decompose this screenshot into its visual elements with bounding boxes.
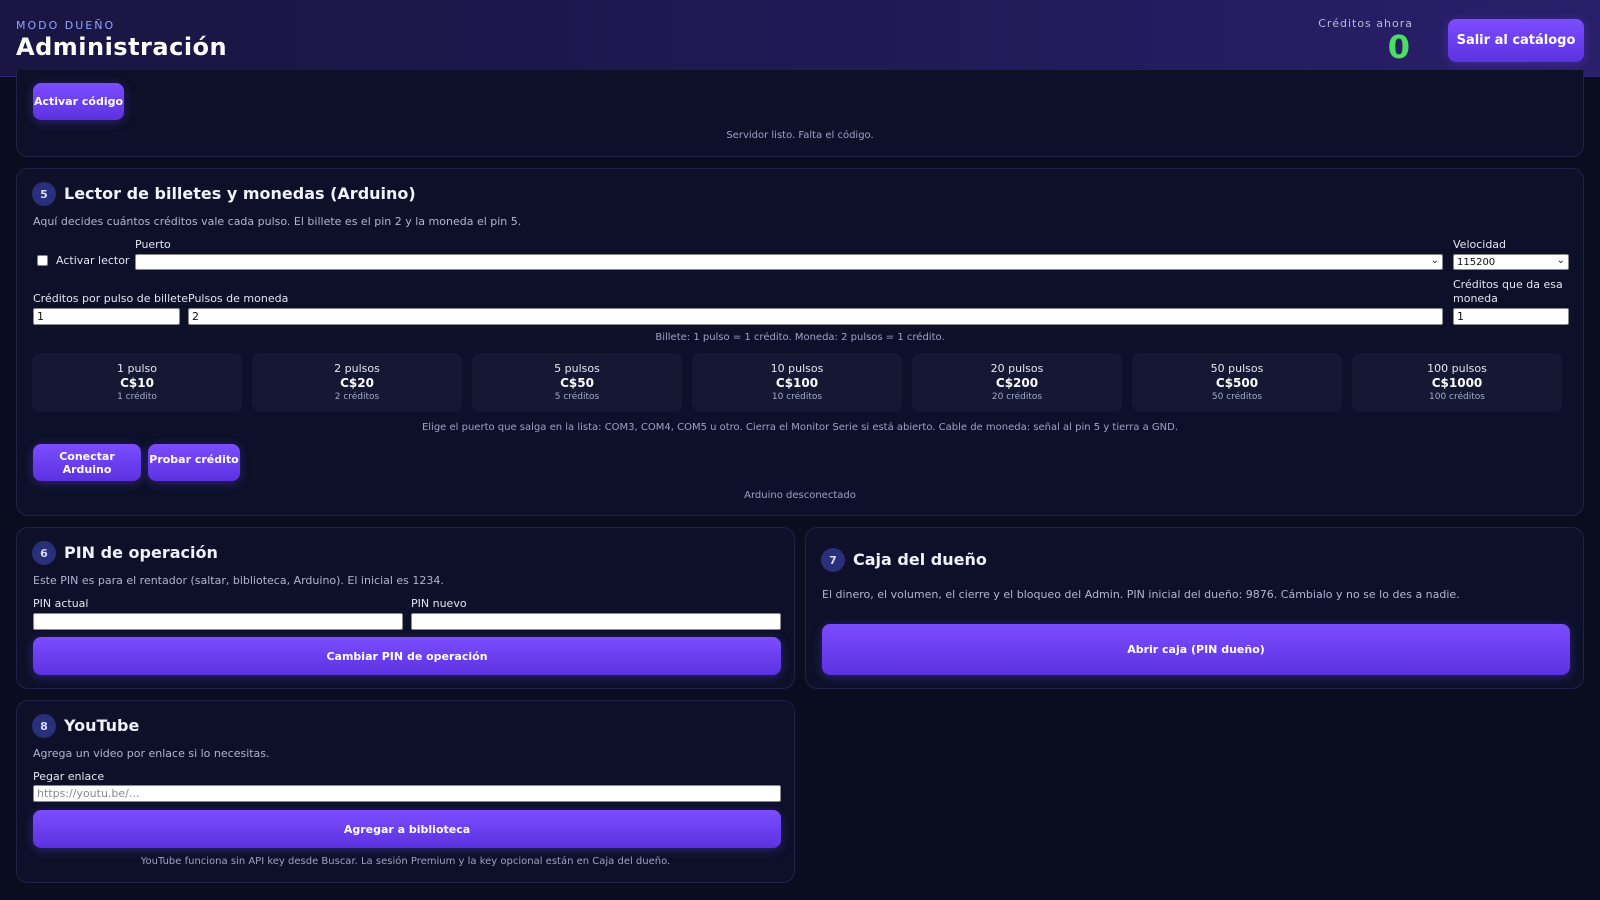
pulse-count: 100 pulsos: [1427, 362, 1487, 375]
pulse-count: 2 pulsos: [334, 362, 380, 375]
test-credit-button[interactable]: Probar crédito: [148, 444, 240, 481]
reader-title: Lector de billetes y monedas (Arduino): [64, 184, 416, 203]
change-pin-button[interactable]: Cambiar PIN de operación: [33, 637, 781, 675]
enable-reader-label: Activar lector: [56, 254, 130, 267]
section-badge: 5: [32, 182, 56, 206]
section-badge: 8: [32, 714, 56, 738]
connect-arduino-button[interactable]: Conectar Arduino: [33, 444, 141, 481]
current-pin-input[interactable]: [33, 613, 403, 630]
pulse-card: 50 pulsos C$500 50 créditos: [1132, 353, 1342, 412]
pin-card: 6 PIN de operación Este PIN es para el r…: [16, 527, 795, 689]
pulse-credits: 5 créditos: [554, 392, 600, 402]
youtube-title: YouTube: [64, 716, 140, 735]
youtube-link-input[interactable]: [33, 785, 781, 802]
arduino-status: Arduino desconectado: [744, 490, 856, 501]
open-owner-box-button[interactable]: Abrir caja (PIN dueño): [822, 624, 1570, 675]
link-label: Pegar enlace: [33, 770, 105, 783]
pulse-count: 20 pulsos: [990, 362, 1044, 375]
activate-code-button[interactable]: Activar código: [33, 83, 124, 120]
coin-credits-label: Créditos que da esa moneda: [1453, 278, 1563, 305]
add-to-library-button[interactable]: Agregar a biblioteca: [33, 810, 781, 848]
pulse-amount: C$500: [1215, 376, 1259, 390]
pulse-credits: 1 crédito: [117, 392, 157, 402]
activation-status: Servidor listo. Falta el código.: [726, 130, 874, 141]
activation-card: Activar código Servidor listo. Falta el …: [16, 70, 1584, 157]
youtube-note: YouTube funciona sin API key desde Busca…: [140, 856, 671, 867]
reader-description: Aquí decides cuántos créditos vale cada …: [33, 215, 522, 228]
pulse-card: 10 pulsos C$100 10 créditos: [692, 353, 902, 412]
pulse-summary: Billete: 1 pulso = 1 crédito. Moneda: 2 …: [655, 332, 945, 343]
chevron-down-icon: ⌄: [1556, 255, 1565, 266]
youtube-card: 8 YouTube Agrega un video por enlace si …: [16, 700, 795, 883]
youtube-description: Agrega un video por enlace si lo necesit…: [33, 747, 270, 760]
port-select[interactable]: ⌄: [135, 254, 1443, 270]
owner-box-title: Caja del dueño: [853, 550, 987, 569]
pulse-amount: C$1000: [1431, 376, 1483, 390]
pulse-amount: C$50: [560, 376, 594, 390]
new-pin-input[interactable]: [411, 613, 781, 630]
speed-label: Velocidad: [1453, 238, 1507, 251]
port-label: Puerto: [135, 238, 171, 251]
pulse-amount: C$10: [120, 376, 154, 390]
pulse-amount: C$20: [340, 376, 374, 390]
owner-box-card: 7 Caja del dueño El dinero, el volumen, …: [805, 527, 1584, 689]
pulse-credits: 10 créditos: [771, 392, 823, 402]
pin-description: Este PIN es para el rentador (saltar, bi…: [33, 574, 444, 587]
page-title: Administración: [16, 33, 228, 61]
exit-catalog-button[interactable]: Salir al catálogo: [1448, 19, 1584, 62]
new-pin-label: PIN nuevo: [411, 597, 467, 610]
speed-value: 115200: [1457, 256, 1496, 268]
pulse-amount: C$100: [775, 376, 819, 390]
pulse-count: 10 pulsos: [770, 362, 824, 375]
pulse-count: 50 pulsos: [1210, 362, 1264, 375]
current-pin-label: PIN actual: [33, 597, 89, 610]
pulse-card: 5 pulsos C$50 5 créditos: [472, 353, 682, 412]
pin-title: PIN de operación: [64, 543, 218, 562]
speed-select[interactable]: 115200 ⌄: [1453, 254, 1569, 270]
pulse-card: 2 pulsos C$20 2 créditos: [252, 353, 462, 412]
enable-reader-checkbox[interactable]: [37, 255, 48, 266]
reader-card: 5 Lector de billetes y monedas (Arduino)…: [16, 168, 1584, 516]
top-bar: MODO DUEÑO Administración Créditos ahora…: [0, 0, 1600, 77]
pulse-credits: 100 créditos: [1429, 392, 1485, 402]
section-badge: 7: [821, 548, 845, 572]
pulse-credits: 2 créditos: [334, 392, 380, 402]
pulse-count: 1 pulso: [117, 362, 157, 375]
pulse-amount: C$200: [995, 376, 1039, 390]
bill-credits-input[interactable]: [33, 308, 180, 325]
owner-box-description: El dinero, el volumen, el cierre y el bl…: [822, 588, 1460, 601]
pulse-credits: 20 créditos: [991, 392, 1043, 402]
credits-value: 0: [1387, 28, 1410, 66]
mode-label: MODO DUEÑO: [16, 19, 116, 32]
pulse-card: 20 pulsos C$200 20 créditos: [912, 353, 1122, 412]
pulse-card: 100 pulsos C$1000 100 créditos: [1352, 353, 1562, 412]
pulse-count: 5 pulsos: [554, 362, 600, 375]
bill-credits-label: Créditos por pulso de billete: [33, 292, 188, 305]
pulse-credits: 50 créditos: [1211, 392, 1263, 402]
coin-pulses-label: Pulsos de moneda: [188, 292, 289, 305]
pulse-card: 1 pulso C$10 1 crédito: [32, 353, 242, 412]
section-badge: 6: [32, 541, 56, 565]
coin-credits-input[interactable]: [1453, 308, 1569, 325]
chevron-down-icon: ⌄: [1430, 255, 1439, 266]
reader-hint: Elige el puerto que salga en la lista: C…: [421, 422, 1179, 433]
coin-pulses-input[interactable]: [188, 308, 1443, 325]
